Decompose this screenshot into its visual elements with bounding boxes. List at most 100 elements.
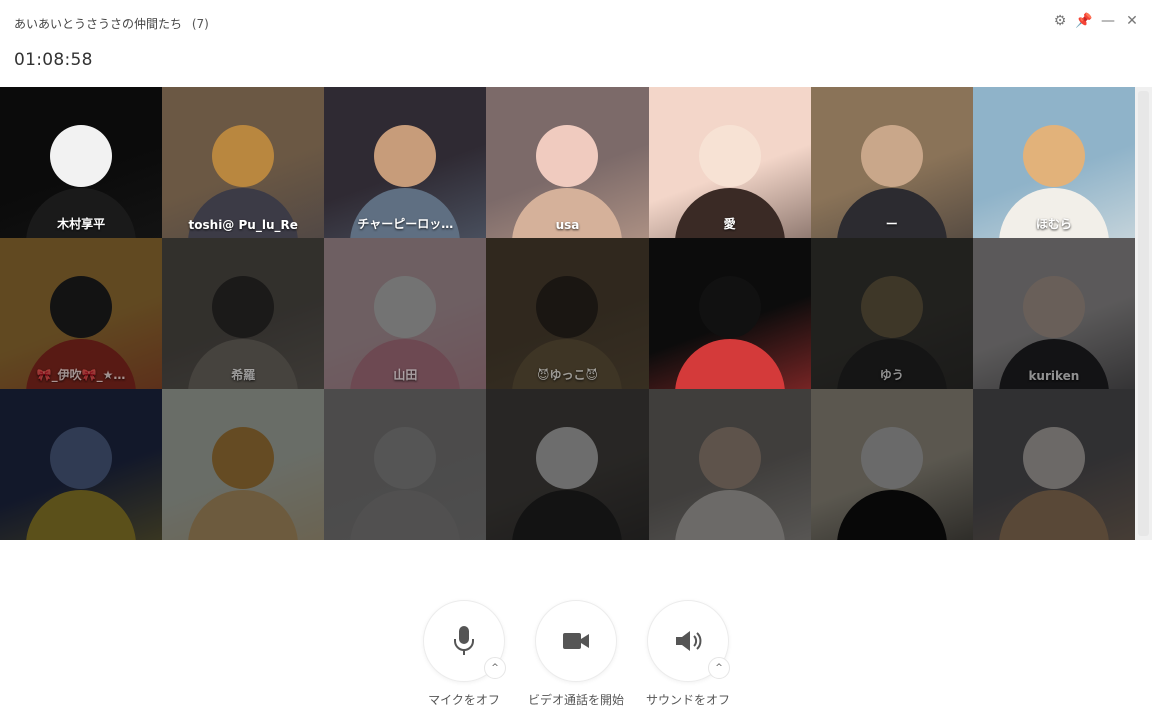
video-button[interactable] bbox=[535, 600, 617, 682]
participant-face bbox=[374, 426, 437, 489]
video-camera-icon bbox=[563, 633, 589, 649]
participant-video bbox=[972, 389, 1135, 540]
participant-figure bbox=[998, 490, 1109, 540]
participant-video bbox=[648, 389, 811, 540]
participant-tile[interactable]: usa bbox=[486, 87, 649, 238]
participant-video bbox=[162, 87, 325, 238]
participant-name: 木村享平 bbox=[57, 217, 106, 231]
participant-figure bbox=[512, 490, 623, 540]
participant-tile[interactable]: チャーピーロッ… bbox=[324, 87, 487, 238]
mic-options-chevron-icon[interactable]: ^ bbox=[484, 657, 506, 679]
participant-tile[interactable]: 山田 bbox=[324, 238, 487, 389]
participant-name: ほむら bbox=[1035, 217, 1072, 231]
participant-tile[interactable] bbox=[648, 389, 811, 540]
scrollbar-thumb[interactable] bbox=[1138, 91, 1149, 536]
participant-video bbox=[486, 389, 649, 540]
participant-figure bbox=[26, 490, 137, 540]
mic-button[interactable]: ^ bbox=[423, 600, 506, 682]
participant-video bbox=[324, 389, 487, 540]
participant-video bbox=[0, 389, 163, 540]
sound-button[interactable]: ^ bbox=[647, 600, 730, 682]
participant-grid: 木村享平 toshi@ Pu_lu_Re チャーピーロッ… usa 愛 ー ほむら 🎀_伊吹🎀… bbox=[0, 87, 1135, 540]
participant-name: 希羅 bbox=[231, 368, 256, 382]
mic-label: マイクをオフ bbox=[428, 693, 500, 707]
participant-tile[interactable]: ー bbox=[810, 87, 973, 238]
participant-face bbox=[374, 275, 437, 338]
call-timer: 01:08:58 bbox=[14, 50, 93, 70]
participant-name: kuriken bbox=[1028, 369, 1080, 383]
participant-tile[interactable] bbox=[486, 389, 649, 540]
participant-video bbox=[162, 389, 325, 540]
participant-figure bbox=[836, 490, 947, 540]
speaker-icon bbox=[676, 631, 702, 651]
participant-face bbox=[50, 124, 113, 187]
participant-tile[interactable]: 😈ゆっこ😈 bbox=[486, 238, 649, 389]
participant-tile[interactable]: toshi@ Pu_lu_Re bbox=[162, 87, 325, 238]
participant-tile[interactable] bbox=[162, 389, 325, 540]
sound-label: サウンドをオフ bbox=[645, 693, 730, 707]
participant-tile[interactable]: ゆう bbox=[810, 238, 973, 389]
close-icon[interactable]: ✕ bbox=[1124, 10, 1140, 32]
participant-face bbox=[536, 124, 599, 187]
participant-face bbox=[698, 426, 761, 489]
group-name: あいあいとうさうさの仲間たち bbox=[14, 17, 183, 31]
participant-video bbox=[810, 389, 973, 540]
participant-face bbox=[50, 275, 113, 338]
participant-face bbox=[860, 426, 923, 489]
participant-figure bbox=[188, 490, 299, 540]
participant-face bbox=[698, 275, 761, 338]
participant-name: 愛 bbox=[723, 217, 736, 231]
video-label: ビデオ通話を開始 bbox=[527, 693, 624, 707]
participant-name: 😈ゆっこ😈 bbox=[536, 368, 598, 382]
mic-control: ^ マイクをオフ bbox=[409, 600, 519, 708]
participant-face bbox=[536, 426, 599, 489]
participant-video bbox=[648, 238, 811, 389]
participant-face bbox=[536, 275, 599, 338]
participant-tile[interactable] bbox=[648, 238, 811, 389]
participant-tile[interactable] bbox=[810, 389, 973, 540]
participant-face bbox=[212, 124, 275, 187]
participant-face bbox=[374, 124, 437, 187]
participant-name: ー bbox=[885, 217, 898, 231]
minimize-icon[interactable]: — bbox=[1100, 10, 1116, 32]
participant-tile[interactable] bbox=[972, 389, 1135, 540]
window-controls: ⚙ 📌 — ✕ bbox=[1052, 10, 1140, 32]
participant-name: usa bbox=[555, 218, 580, 232]
participant-face bbox=[212, 275, 275, 338]
participant-figure bbox=[674, 339, 785, 389]
sound-control: ^ サウンドをオフ bbox=[633, 600, 743, 708]
participant-face bbox=[1022, 426, 1085, 489]
participant-tile[interactable]: 🎀_伊吹🎀_★… bbox=[0, 238, 163, 389]
participant-name: 山田 bbox=[393, 368, 418, 382]
pin-icon[interactable]: 📌 bbox=[1075, 10, 1092, 32]
sound-options-chevron-icon[interactable]: ^ bbox=[708, 657, 730, 679]
video-control: ビデオ通話を開始 bbox=[521, 600, 631, 708]
participant-name: チャーピーロッ… bbox=[357, 217, 454, 231]
member-count: (7) bbox=[191, 17, 209, 31]
participant-name: ゆう bbox=[879, 368, 904, 382]
participant-figure bbox=[674, 490, 785, 540]
participant-face bbox=[1022, 124, 1085, 187]
participant-name: toshi@ Pu_lu_Re bbox=[188, 218, 298, 232]
participant-face bbox=[860, 124, 923, 187]
participant-face bbox=[212, 426, 275, 489]
participant-face bbox=[698, 124, 761, 187]
group-title: あいあいとうさうさの仲間たち (7) bbox=[14, 15, 209, 32]
call-controls: ^ マイクをオフ ビデオ通話を開始 ^ サウンドをオフ bbox=[0, 600, 1152, 720]
settings-icon[interactable]: ⚙ bbox=[1052, 10, 1068, 32]
participant-tile[interactable]: kuriken bbox=[972, 238, 1135, 389]
participant-tile[interactable] bbox=[324, 389, 487, 540]
microphone-icon bbox=[454, 626, 474, 655]
participant-tile[interactable]: 木村享平 bbox=[0, 87, 163, 238]
scrollbar[interactable] bbox=[1135, 87, 1152, 540]
participant-tile[interactable]: ほむら bbox=[972, 87, 1135, 238]
participant-figure bbox=[350, 490, 461, 540]
participant-face bbox=[1022, 275, 1085, 338]
participant-video bbox=[972, 238, 1135, 389]
participant-tile[interactable]: 愛 bbox=[648, 87, 811, 238]
participant-face bbox=[860, 275, 923, 338]
title-bar: あいあいとうさうさの仲間たち (7) ⚙ 📌 — ✕ bbox=[0, 0, 1152, 44]
participant-tile[interactable]: 希羅 bbox=[162, 238, 325, 389]
participant-name: 🎀_伊吹🎀_★… bbox=[36, 368, 126, 382]
participant-tile[interactable] bbox=[0, 389, 163, 540]
